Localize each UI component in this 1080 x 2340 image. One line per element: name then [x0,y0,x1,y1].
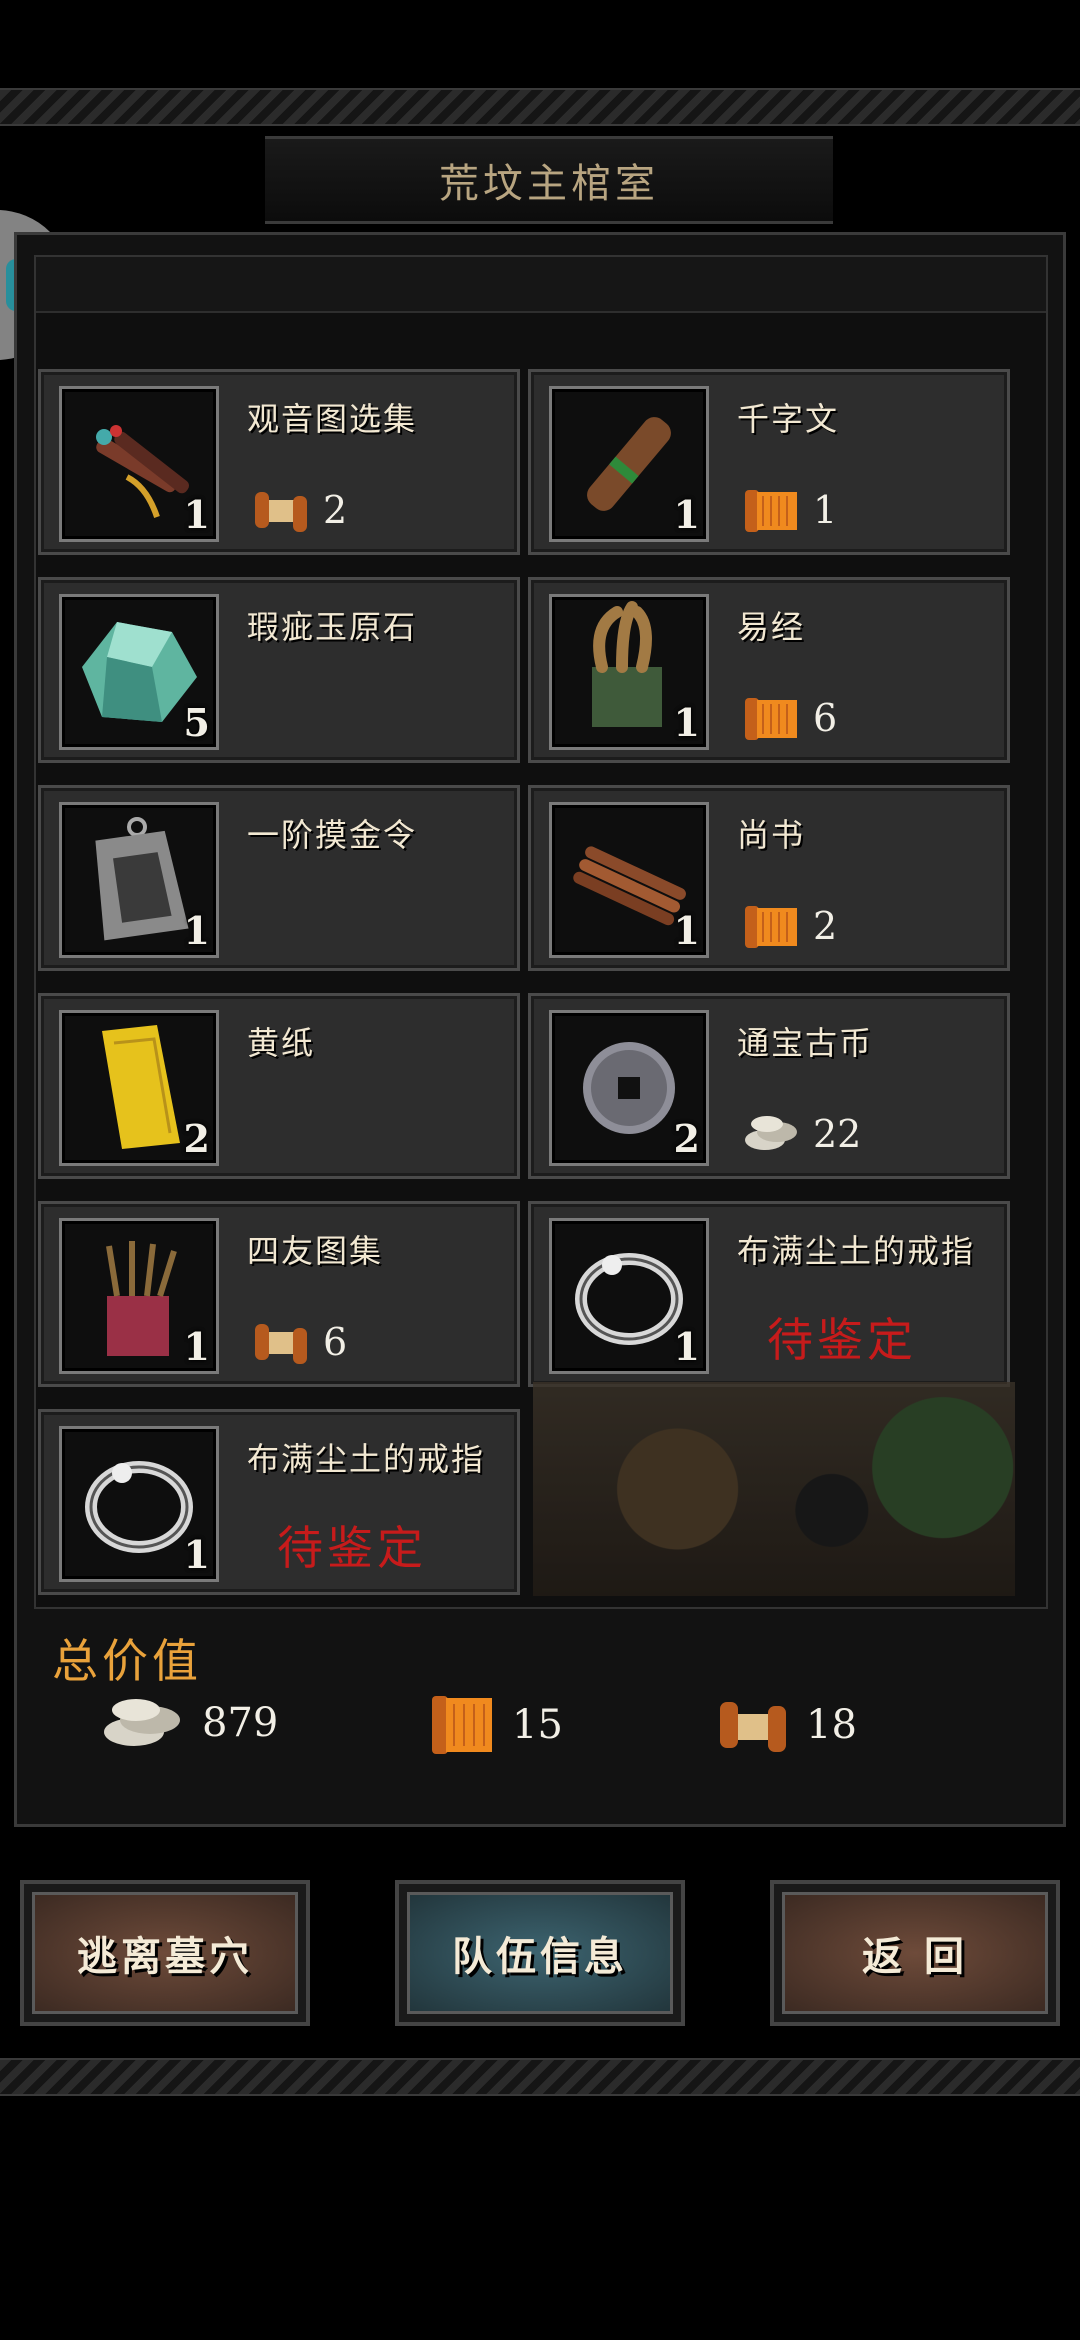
item-price-value: 22 [813,1112,862,1156]
paper-currency-icon [745,906,797,948]
item-name: 千字文 [726,394,988,440]
item-price-value: 6 [813,696,838,740]
team-info-button[interactable]: 队伍信息 [395,1880,685,2026]
item-thumbnail: 1 [59,1426,219,1582]
item-price: 2 [737,898,837,954]
item-thumbnail: 2 [549,1010,709,1166]
item-name: 通宝古币 [726,1018,988,1064]
total-paper: 15 [424,1690,563,1760]
back-button[interactable]: 返 回 [770,1880,1060,2026]
scroll-currency-icon [720,1702,786,1752]
item-thumbnail: 1 [59,386,219,542]
loot-item-card[interactable]: 1 一阶摸金令 [38,785,520,971]
item-price: 22 [737,1106,861,1162]
item-name: 尚书 [726,810,988,856]
item-quantity: 1 [673,1324,700,1369]
item-name: 一阶摸金令 [236,810,498,856]
loot-item-card[interactable]: 2 黄纸 [38,993,520,1179]
paper-currency-icon [432,1696,492,1754]
item-thumbnail: 2 [59,1010,219,1166]
item-price: 6 [737,690,837,746]
item-name: 瑕疵玉原石 [236,602,498,648]
item-quantity: 2 [183,1116,210,1161]
decorative-tomb-scenery [533,1382,1015,1596]
loot-item-card[interactable]: 5 瑕疵玉原石 [38,577,520,763]
loot-item-card[interactable]: 1 四友图集 6 [38,1201,520,1387]
item-quantity: 1 [183,908,210,953]
item-price: 6 [247,1314,347,1370]
unidentified-status: 待鉴定 [277,1521,427,1575]
scroll-currency-icon [255,492,307,532]
total-scroll: 18 [712,1690,857,1760]
partially-visible-row [36,257,1046,313]
loot-item-card[interactable]: 1 千字文 1 [528,369,1010,555]
item-name: 布满尘土的戒指 [236,1434,498,1480]
loot-item-card[interactable]: 1 易经 6 [528,577,1010,763]
paper-currency-icon [745,698,797,740]
item-quantity: 1 [673,700,700,745]
loot-item-card[interactable]: 1 尚书 2 [528,785,1010,971]
item-price-value: 1 [813,488,838,532]
total-paper-value: 15 [512,1702,563,1748]
item-name: 观音图选集 [236,394,498,440]
item-name: 布满尘土的戒指 [726,1226,988,1272]
top-decorative-band [0,88,1080,126]
item-price: 1 [737,482,837,538]
loot-item-card[interactable]: 2 通宝古币 22 [528,993,1010,1179]
item-thumbnail: 1 [549,802,709,958]
item-quantity: 1 [673,908,700,953]
item-thumbnail: 5 [59,594,219,750]
item-quantity: 1 [183,1324,210,1369]
location-title-plate: 荒坟主棺室 [265,136,833,224]
item-price-value: 6 [323,1320,348,1364]
item-name: 四友图集 [236,1226,498,1272]
bottom-decorative-band [0,2058,1080,2096]
scroll-currency-icon [255,1324,307,1364]
total-silver: 879 [96,1690,278,1756]
item-thumbnail: 1 [549,1218,709,1374]
item-quantity: 2 [673,1116,700,1161]
item-price-value: 2 [813,904,838,948]
silver-currency-icon [745,1116,797,1150]
item-name: 黄纸 [236,1018,498,1064]
item-quantity: 5 [183,700,210,745]
total-value-label: 总价值 [52,1634,202,1688]
item-price: 2 [247,482,347,538]
location-title: 荒坟主棺室 [439,161,659,207]
escape-tomb-button[interactable]: 逃离墓穴 [20,1880,310,2026]
unidentified-status: 待鉴定 [767,1313,917,1367]
item-thumbnail: 1 [59,802,219,958]
item-thumbnail: 1 [549,386,709,542]
item-quantity: 1 [183,492,210,537]
paper-currency-icon [745,490,797,532]
item-thumbnail: 1 [549,594,709,750]
silver-currency-icon [104,1699,180,1746]
item-thumbnail: 1 [59,1218,219,1374]
loot-item-card[interactable]: 1 布满尘土的戒指 待鉴定 [38,1409,520,1595]
total-silver-value: 879 [202,1700,279,1746]
total-scroll-value: 18 [806,1702,857,1748]
loot-item-card[interactable]: 1 布满尘土的戒指 待鉴定 [528,1201,1010,1387]
item-name: 易经 [726,602,988,648]
loot-item-card[interactable]: 1 观音图选集 2 [38,369,520,555]
item-quantity: 1 [183,1532,210,1577]
item-quantity: 1 [673,492,700,537]
item-price-value: 2 [323,488,348,532]
